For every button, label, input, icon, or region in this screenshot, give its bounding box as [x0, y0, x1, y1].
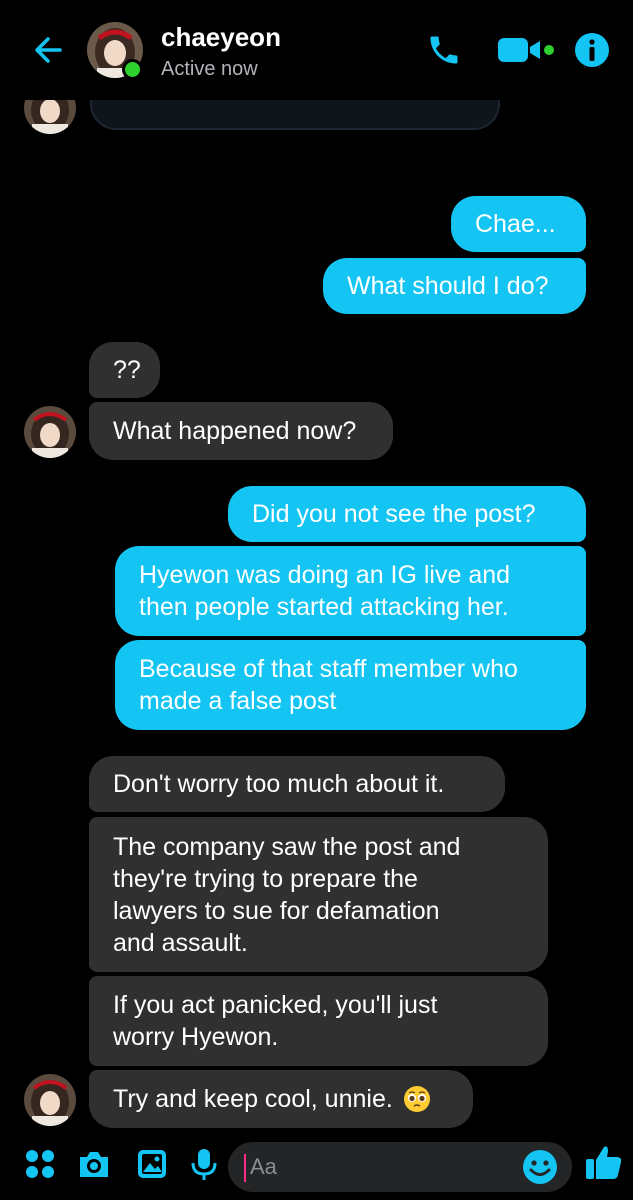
more-apps-icon[interactable] [20, 1144, 60, 1184]
info-icon[interactable] [572, 30, 612, 70]
incoming-message[interactable]: What happened now? [89, 402, 393, 460]
video-camera-icon[interactable] [494, 30, 560, 70]
thumbs-up-icon[interactable] [584, 1142, 624, 1182]
outgoing-message[interactable]: Hyewon was doing an IG live and then peo… [115, 546, 586, 636]
pleading-face-emoji [403, 1085, 431, 1113]
contact-avatar-small[interactable] [24, 1074, 76, 1126]
camera-icon[interactable] [74, 1144, 114, 1184]
microphone-icon[interactable] [184, 1144, 224, 1184]
contact-avatar-small[interactable] [24, 406, 76, 458]
outgoing-message[interactable]: What should I do? [323, 258, 586, 314]
message-input-placeholder: Aa [250, 1154, 277, 1179]
message-composer: Aa [0, 1130, 633, 1200]
back-arrow-icon[interactable] [30, 32, 66, 68]
gallery-icon[interactable] [132, 1144, 172, 1184]
emoji-icon[interactable] [520, 1147, 560, 1187]
incoming-message[interactable]: If you act panicked, you'll just worry H… [89, 976, 548, 1066]
text-cursor [244, 1154, 246, 1182]
conversation-header: chaeyeon Active now [0, 0, 633, 100]
online-status-dot [122, 59, 143, 80]
outgoing-message[interactable]: Chae... [451, 196, 586, 252]
incoming-message[interactable]: Try and keep cool, unnie. [89, 1070, 473, 1128]
incoming-message[interactable]: ?? [89, 342, 160, 398]
outgoing-message[interactable]: Because of that staff member who made a … [115, 640, 586, 730]
incoming-message[interactable]: Don't worry too much about it. [89, 756, 505, 812]
incoming-message[interactable]: The company saw the post and they're try… [89, 817, 548, 972]
outgoing-message[interactable]: Did you not see the post? [228, 486, 586, 542]
contact-status: Active now [161, 58, 258, 80]
phone-icon[interactable] [424, 30, 464, 70]
contact-name[interactable]: chaeyeon [161, 22, 281, 53]
message-input[interactable]: Aa [228, 1142, 572, 1192]
